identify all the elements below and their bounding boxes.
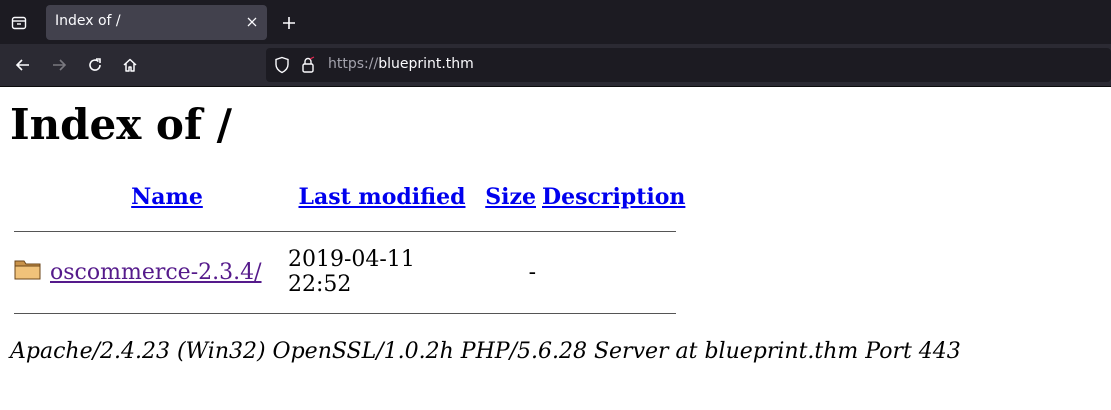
- new-tab-icon[interactable]: [278, 12, 300, 34]
- directory-listing-table: Name Last modified Size Description osco…: [10, 179, 685, 329]
- url-scheme: https://: [328, 56, 379, 72]
- sort-by-description-link[interactable]: Description: [542, 184, 685, 210]
- reload-icon[interactable]: [84, 54, 106, 76]
- last-modified-cell: 2019-04-11 22:52: [288, 247, 415, 297]
- table-header-row: Name Last modified Size Description: [10, 179, 685, 215]
- name-cell: oscommerce-2.3.4/: [50, 247, 284, 297]
- separator-row: [10, 297, 685, 329]
- url-text[interactable]: https://blueprint.thm: [328, 56, 474, 72]
- table-row: oscommerce-2.3.4/ 2019-04-11 22:52 -: [10, 247, 685, 297]
- icon-column-header: [10, 179, 50, 215]
- sort-by-last-modified-link[interactable]: Last modified: [299, 184, 466, 210]
- sort-by-size-link[interactable]: Size: [485, 184, 536, 210]
- url-bar[interactable]: https://blueprint.thm: [266, 48, 1111, 82]
- page-content: Index of / Name Last modified Size Descr…: [0, 99, 1111, 364]
- server-signature: Apache/2.4.23 (Win32) OpenSSL/1.0.2h PHP…: [10, 339, 961, 364]
- size-column-header: Size: [480, 179, 536, 215]
- description-column-header: Description: [536, 179, 685, 215]
- back-icon[interactable]: [12, 54, 34, 76]
- name-column-header: Name: [50, 179, 284, 215]
- close-icon[interactable]: [243, 13, 261, 31]
- divider: [14, 230, 676, 232]
- tab-list-icon[interactable]: [8, 11, 30, 33]
- folder-icon: [14, 260, 42, 287]
- tab-bar: Index of /: [0, 0, 1111, 44]
- folder-icon-cell: [10, 247, 50, 297]
- separator-row: [10, 215, 685, 247]
- folder-link[interactable]: oscommerce-2.3.4/: [50, 260, 262, 285]
- lock-icon[interactable]: [300, 56, 318, 74]
- last-modified-column-header: Last modified: [284, 179, 480, 215]
- forward-icon[interactable]: [48, 54, 70, 76]
- description-cell: [536, 247, 685, 297]
- tab-title: Index of /: [55, 13, 121, 29]
- navigation-bar: https://blueprint.thm: [0, 44, 1111, 87]
- divider: [14, 312, 676, 314]
- shield-icon[interactable]: [274, 56, 292, 74]
- url-host: blueprint.thm: [378, 56, 474, 72]
- size-cell: -: [528, 259, 536, 285]
- page-title: Index of /: [10, 100, 232, 149]
- home-icon[interactable]: [119, 54, 141, 76]
- sort-by-name-link[interactable]: Name: [131, 184, 203, 210]
- active-tab[interactable]: Index of /: [46, 5, 267, 40]
